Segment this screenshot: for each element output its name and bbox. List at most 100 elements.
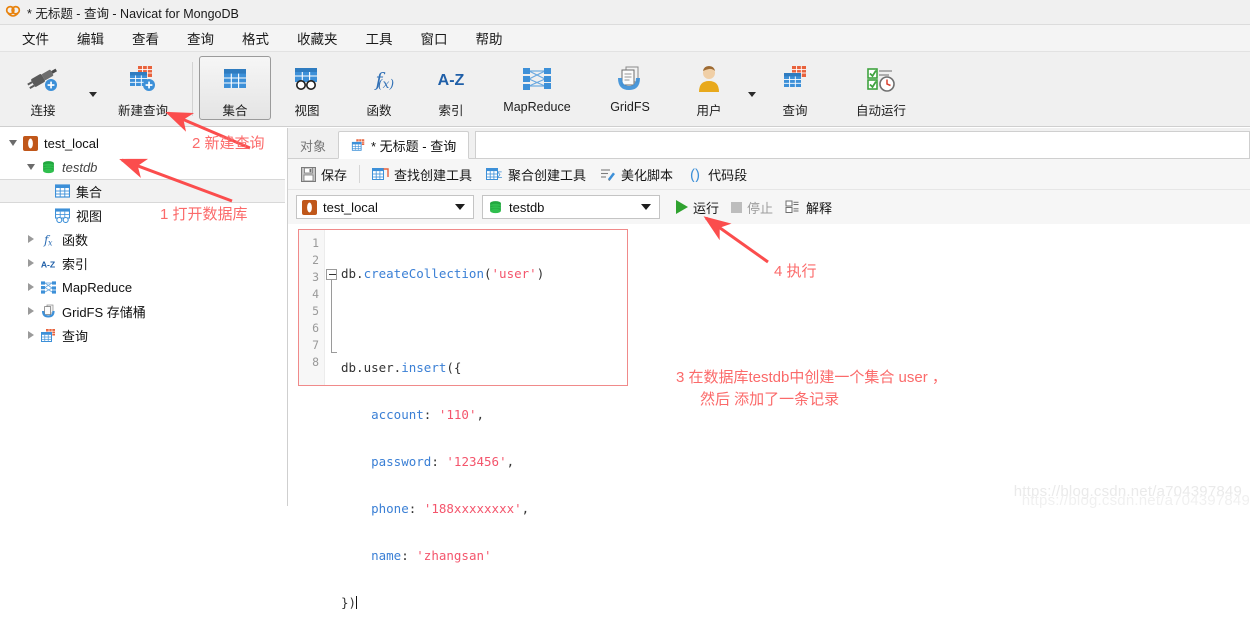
expand-arrow-icon[interactable]: [24, 164, 38, 170]
tab-label-untitled-query: * 无标题 - 查询: [371, 138, 457, 154]
beautify-script-label: 美化脚本: [621, 167, 674, 183]
menu-help[interactable]: 帮助: [462, 25, 517, 51]
find-builder-button[interactable]: 查找创建工具: [365, 162, 479, 186]
line-number: 2: [312, 253, 319, 267]
ribbon-button-query[interactable]: 查询: [759, 56, 831, 122]
menu-favorites[interactable]: 收藏夹: [283, 25, 352, 51]
tabbar-filler: [475, 131, 1250, 158]
sidebar-item-collections[interactable]: 集合: [0, 179, 285, 203]
collection-icon: [213, 63, 257, 96]
query-toolbar: 保存 查找创建工具 Σ 聚合创建工具 美化脚本 () 代码段: [288, 159, 1250, 190]
sidebar-item-gridfs[interactable]: GridFS 存储桶: [0, 299, 287, 323]
ribbon-button-user[interactable]: 用户: [673, 56, 745, 122]
expand-arrow-icon[interactable]: [6, 140, 20, 146]
connection-select[interactable]: test_local: [296, 195, 474, 219]
ribbon-label-query: 查询: [782, 104, 808, 118]
sidebar-item-views[interactable]: 视图: [0, 203, 287, 227]
ribbon-label-collection: 集合: [222, 104, 248, 118]
ribbon-button-gridfs[interactable]: GridFS: [587, 56, 673, 122]
sidebar-label-collections: 集合: [76, 184, 103, 200]
tab-label-objects: 对象: [300, 138, 327, 154]
svg-text:Σ: Σ: [497, 170, 503, 180]
menu-format[interactable]: 格式: [228, 25, 283, 51]
aggregate-builder-label: 聚合创建工具: [508, 167, 587, 183]
ribbon-label-index: 索引: [438, 104, 464, 118]
ribbon-label-connection: 连接: [30, 104, 56, 118]
object-tree-sidebar[interactable]: test_local testdb 集合 视图 f x 函数 A-Z 索引 Ma…: [0, 128, 288, 506]
fold-guide-line: [331, 280, 332, 352]
save-button-label: 保存: [321, 167, 348, 183]
menu-query[interactable]: 查询: [173, 25, 228, 51]
svg-text:(x): (x): [378, 77, 394, 91]
connection-leaf-icon: [302, 199, 317, 215]
sidebar-item-test_local[interactable]: test_local: [0, 131, 287, 155]
main-panel: 对象 * 无标题 - 查询 保存 查找创建工具 Σ 聚合创建工具 美化脚本 ()…: [288, 128, 1250, 610]
menu-file[interactable]: 文件: [8, 25, 63, 51]
query-tab-icon: [351, 138, 366, 152]
menu-window[interactable]: 窗口: [407, 25, 462, 51]
code-line-8: }): [341, 595, 358, 610]
chevron-down-icon[interactable]: [455, 204, 465, 210]
body-area: test_local testdb 集合 视图 f x 函数 A-Z 索引 Ma…: [0, 128, 1250, 610]
connection-bar: test_local testdb 运行 停止 解释: [288, 190, 1250, 224]
expand-arrow-icon[interactable]: [24, 283, 38, 291]
tab-untitled-query[interactable]: * 无标题 - 查询: [338, 131, 470, 159]
expand-arrow-icon[interactable]: [24, 307, 38, 315]
index-az-icon: A-Z: [38, 256, 58, 271]
save-button[interactable]: 保存: [294, 162, 354, 186]
chevron-down-icon[interactable]: [641, 204, 651, 210]
expand-arrow-icon[interactable]: [24, 259, 38, 267]
menubar: 文件 编辑 查看 查询 格式 收藏夹 工具 窗口 帮助: [0, 25, 1250, 52]
code-line-1: db.createCollection('user'): [341, 266, 545, 281]
view-icon: [52, 207, 72, 223]
sidebar-label-gridfs: GridFS 存储桶: [62, 304, 146, 320]
navicat-mongodb-icon: [5, 4, 21, 20]
menu-edit[interactable]: 编辑: [63, 25, 118, 51]
ribbon-button-connection[interactable]: 连接: [0, 56, 86, 122]
connection-leaf-icon: [20, 135, 40, 151]
editor-fold-column[interactable]: [325, 230, 339, 385]
beautify-script-button[interactable]: 美化脚本: [593, 162, 680, 186]
ribbon-button-function[interactable]: f (x) 函数: [343, 56, 415, 122]
sidebar-item-functions[interactable]: f x 函数: [0, 227, 287, 251]
sidebar-item-mapreduce[interactable]: MapReduce: [0, 275, 287, 299]
line-number: 7: [312, 338, 319, 352]
automation-icon: [859, 62, 903, 96]
aggregate-builder-button[interactable]: Σ 聚合创建工具: [479, 162, 593, 186]
beautify-icon: [600, 167, 616, 182]
editor-code-area[interactable]: db.createCollection('user') db.user.inse…: [339, 230, 627, 610]
toolbar-separator: [359, 165, 361, 183]
stop-icon: [731, 201, 743, 213]
sql-editor[interactable]: 1 2 3 4 5 6 7 8 db.createCollection('use…: [298, 229, 628, 610]
snippet-button[interactable]: () 代码段: [680, 162, 754, 186]
database-select-value: testdb: [509, 199, 545, 215]
function-icon: f (x): [357, 62, 401, 96]
ribbon-separator: [192, 62, 193, 116]
user-dropdown-caret[interactable]: [745, 56, 759, 122]
mapreduce-icon: [38, 280, 58, 295]
ribbon-button-automation[interactable]: 自动运行: [831, 56, 931, 122]
sidebar-item-testdb[interactable]: testdb: [0, 155, 287, 179]
menu-tools[interactable]: 工具: [352, 25, 407, 51]
expand-arrow-icon[interactable]: [24, 235, 38, 243]
fold-collapse-icon[interactable]: [326, 269, 337, 280]
sidebar-label-functions: 函数: [62, 232, 89, 248]
sidebar-item-queries[interactable]: 查询: [0, 323, 287, 347]
svg-text:x: x: [48, 238, 53, 247]
ribbon-button-new-query[interactable]: 新建查询: [100, 56, 186, 122]
ribbon-toolbar: 连接 新建查询 集合 视图 f (x) 函数 A-Z 索引 MapReduce …: [0, 52, 1250, 127]
explain-button[interactable]: 解释: [779, 195, 838, 219]
ribbon-button-mapreduce[interactable]: MapReduce: [487, 56, 587, 122]
tab-objects[interactable]: 对象: [288, 132, 338, 158]
connection-dropdown-caret[interactable]: [86, 56, 100, 122]
menu-view[interactable]: 查看: [118, 25, 173, 51]
sidebar-item-indexes[interactable]: A-Z 索引: [0, 251, 287, 275]
ribbon-button-index[interactable]: A-Z 索引: [415, 56, 487, 122]
expand-arrow-icon[interactable]: [24, 331, 38, 339]
ribbon-button-collection[interactable]: 集合: [199, 56, 271, 120]
database-select[interactable]: testdb: [482, 195, 660, 219]
explain-button-label: 解释: [806, 200, 833, 216]
ribbon-button-view[interactable]: 视图: [271, 56, 343, 122]
run-button[interactable]: 运行: [670, 195, 725, 219]
